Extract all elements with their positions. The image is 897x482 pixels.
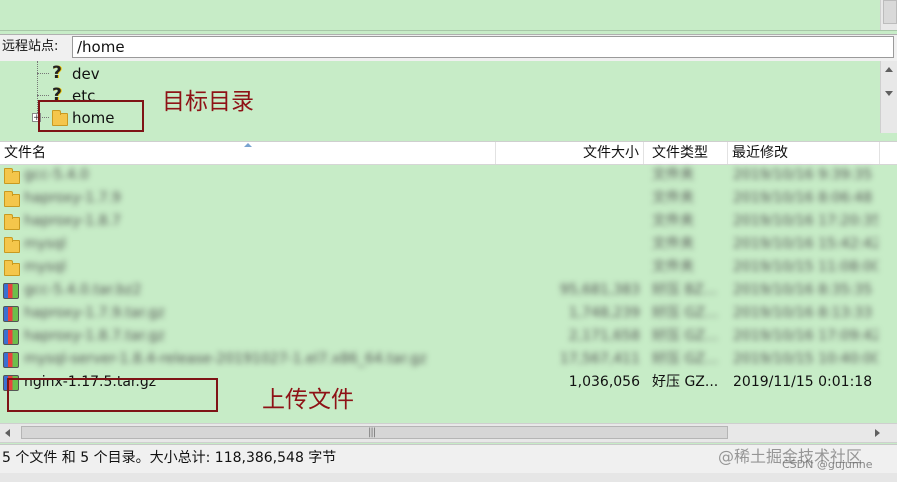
tree-connector bbox=[37, 73, 49, 74]
scrollbar-thumb[interactable] bbox=[883, 0, 897, 24]
file-size bbox=[500, 187, 640, 210]
file-type: 文件夹 bbox=[652, 236, 694, 252]
upload-file-highlight bbox=[7, 378, 218, 412]
table-row[interactable]: gcc-5.4.0.tar.bz2 95,681,383 好压 BZ... 2019/… bbox=[0, 279, 880, 302]
file-modified: 2019/11/15 0:01:18 bbox=[733, 374, 873, 390]
file-modified: 2019/10/16 17:09:42 bbox=[733, 328, 878, 344]
table-row[interactable]: mysql-server-1.8.4-release-20191027-1.el… bbox=[0, 348, 880, 371]
tree-item-label: dev bbox=[72, 65, 100, 83]
file-name: haproxy-1.7.9 bbox=[24, 190, 121, 206]
watermark-sub: CSDN @gujunhe bbox=[782, 458, 873, 471]
file-modified: 2019/10/16 9:39:35 bbox=[733, 167, 873, 183]
file-size: 17,567,411 bbox=[559, 351, 640, 367]
local-pane-scrollbar[interactable] bbox=[880, 0, 897, 30]
target-dir-annotation: 目标目录 bbox=[162, 89, 254, 115]
scroll-down-icon[interactable] bbox=[885, 91, 893, 96]
file-type: 文件夹 bbox=[652, 190, 694, 206]
sort-ascending-icon bbox=[244, 143, 252, 147]
tree-connector bbox=[37, 95, 49, 96]
target-dir-highlight bbox=[38, 100, 144, 132]
scrollbar-thumb[interactable]: ||| bbox=[21, 426, 728, 439]
file-type: 好压 GZ... bbox=[652, 305, 719, 321]
file-size bbox=[500, 210, 640, 233]
file-name: mysql bbox=[24, 259, 66, 275]
tree-scrollbar[interactable] bbox=[880, 61, 897, 133]
scroll-right-icon[interactable] bbox=[875, 429, 880, 437]
file-size bbox=[500, 233, 640, 256]
scroll-up-icon[interactable] bbox=[885, 67, 893, 72]
archive-file-icon bbox=[3, 283, 19, 299]
archive-file-icon bbox=[3, 329, 19, 345]
file-modified: 2019/10/16 8:06:48 bbox=[733, 190, 873, 206]
folder-icon bbox=[4, 214, 20, 230]
file-modified: 2019/10/16 15:42:42 bbox=[733, 236, 878, 252]
file-list-hscrollbar[interactable]: ||| bbox=[0, 423, 897, 443]
file-size: 1,036,056 bbox=[568, 374, 640, 390]
file-modified: 2019/10/16 17:20:35 bbox=[733, 213, 878, 229]
file-name: haproxy-1.8.7.tar.gz bbox=[24, 328, 165, 344]
file-modified: 2019/10/15 10:40:00 bbox=[733, 351, 878, 367]
file-name: gcc-5.4.0 bbox=[24, 167, 89, 183]
file-name: gcc-5.4.0.tar.bz2 bbox=[24, 282, 142, 298]
file-name: mysql bbox=[24, 236, 66, 252]
folder-icon bbox=[4, 168, 20, 184]
table-row[interactable]: mysql 文件夹 2019/10/15 11:08:00 bbox=[0, 256, 880, 279]
column-header-modified[interactable]: 最近修改 bbox=[728, 142, 880, 164]
table-row[interactable]: mysql 文件夹 2019/10/16 15:42:42 bbox=[0, 233, 880, 256]
file-type: 好压 BZ... bbox=[652, 282, 717, 298]
file-size: 2,171,658 bbox=[568, 328, 640, 344]
file-type: 文件夹 bbox=[652, 167, 694, 183]
file-name: haproxy-1.8.7 bbox=[24, 213, 121, 229]
file-type: 好压 GZ... bbox=[652, 374, 719, 390]
file-size: 1,748,239 bbox=[568, 305, 640, 321]
remote-path-input[interactable]: /home bbox=[72, 36, 894, 58]
table-row[interactable]: haproxy-1.7.9.tar.gz 1,748,239 好压 GZ... 201… bbox=[0, 302, 880, 325]
bottom-panel-edge bbox=[0, 473, 897, 482]
folder-icon bbox=[4, 191, 20, 207]
folder-icon bbox=[4, 237, 20, 253]
table-row[interactable]: haproxy-1.7.9 文件夹 2019/10/16 8:06:48 bbox=[0, 187, 880, 210]
archive-file-icon bbox=[3, 306, 19, 322]
status-text: 5 个文件 和 5 个目录。大小总计: 118,386,548 字节 bbox=[2, 450, 337, 466]
file-type: 好压 GZ... bbox=[652, 328, 719, 344]
file-list-header: 文件名 文件大小 文件类型 最近修改 bbox=[0, 141, 897, 165]
file-modified: 2019/10/15 11:08:00 bbox=[733, 259, 878, 275]
column-header-size[interactable]: 文件大小 bbox=[496, 142, 644, 164]
unknown-folder-icon: ? bbox=[52, 63, 62, 83]
remote-site-label: 远程站点: bbox=[2, 39, 59, 54]
table-row[interactable]: haproxy-1.8.7 文件夹 2019/10/16 17:20:35 bbox=[0, 210, 880, 233]
scroll-left-icon[interactable] bbox=[5, 429, 10, 437]
file-name: haproxy-1.7.9.tar.gz bbox=[24, 305, 165, 321]
upload-file-annotation: 上传文件 bbox=[262, 387, 354, 413]
file-size: 95,681,383 bbox=[559, 282, 640, 298]
file-type: 文件夹 bbox=[652, 259, 694, 275]
column-header-type[interactable]: 文件类型 bbox=[648, 142, 728, 164]
table-row[interactable]: haproxy-1.8.7.tar.gz 2,171,658 好压 GZ... 201… bbox=[0, 325, 880, 348]
file-modified: 2019/10/16 8:13:33 bbox=[733, 305, 873, 321]
file-modified: 2019/10/16 8:35:35 bbox=[733, 282, 873, 298]
archive-file-icon bbox=[3, 352, 19, 368]
file-name: mysql-server-1.8.4-release-20191027-1.el… bbox=[24, 351, 427, 367]
file-type: 好压 GZ... bbox=[652, 351, 719, 367]
local-file-pane bbox=[0, 0, 897, 31]
folder-icon bbox=[4, 260, 20, 276]
file-size bbox=[500, 164, 640, 187]
grip-icon: ||| bbox=[368, 427, 376, 438]
file-type: 文件夹 bbox=[652, 213, 694, 229]
table-row[interactable]: gcc-5.4.0 文件夹 2019/10/16 9:39:35 bbox=[0, 164, 880, 187]
tree-item-dev[interactable]: ? dev bbox=[50, 64, 210, 84]
file-size bbox=[500, 256, 640, 279]
